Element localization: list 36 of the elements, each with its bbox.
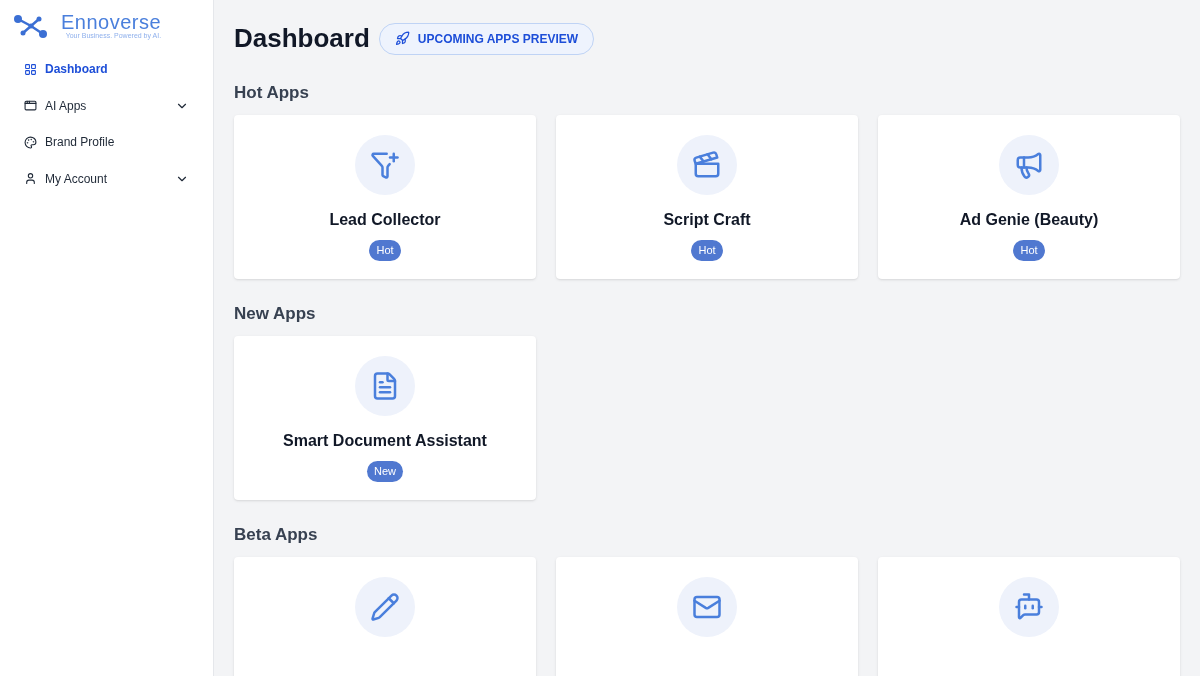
app-badge: Hot [691, 240, 723, 261]
section-heading: Hot Apps [234, 83, 310, 103]
app-card[interactable]: Smart Document Assistant New [234, 336, 536, 500]
window-icon [24, 99, 37, 113]
app-card[interactable]: Script Craft Hot [556, 115, 858, 279]
app-card[interactable] [234, 557, 536, 676]
app-card[interactable]: Lead Collector Hot [234, 115, 536, 279]
nav-item[interactable]: Dashboard [0, 51, 213, 88]
bot-message-icon [1014, 592, 1044, 622]
section-heading: Beta Apps [234, 525, 319, 545]
user-icon [24, 172, 37, 186]
app-card[interactable] [878, 557, 1180, 676]
page-title: Dashboard [234, 22, 370, 55]
clapperboard-icon [692, 150, 722, 180]
megaphone-icon [1014, 150, 1044, 180]
app-title: Smart Document Assistant [283, 431, 487, 451]
app-title: Script Craft [663, 210, 751, 230]
app-badge: New [367, 461, 403, 482]
nav-item[interactable]: Brand Profile [0, 124, 213, 161]
app-card[interactable] [556, 557, 858, 676]
palette-icon [24, 135, 37, 149]
brand-name: Ennoverse [61, 12, 162, 32]
app-badge: Hot [1013, 240, 1045, 261]
preview-button[interactable]: UPCOMING APPS PREVIEW [378, 22, 595, 55]
nav-item[interactable]: My Account [0, 160, 213, 197]
nav-item[interactable]: AI Apps [0, 87, 213, 124]
app-badge: Hot [369, 240, 401, 261]
app-card[interactable]: Ad Genie (Beauty) Hot [878, 115, 1180, 279]
logo-icon [13, 13, 49, 38]
grid-icon [24, 62, 37, 76]
app-title: Ad Genie (Beauty) [959, 210, 1099, 230]
app-title: Lead Collector [329, 210, 441, 230]
section-heading: New Apps [234, 304, 317, 324]
pencil-icon [370, 592, 400, 622]
funnel-plus-icon [370, 150, 400, 180]
rocket-icon [394, 31, 410, 46]
